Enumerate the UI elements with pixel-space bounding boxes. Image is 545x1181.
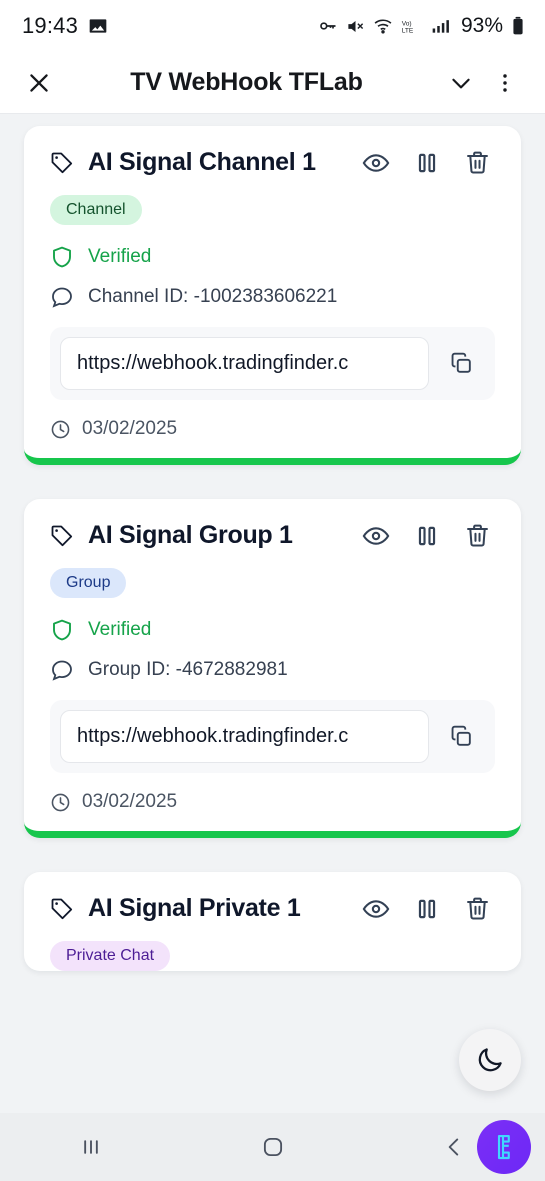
- tag-icon: [50, 151, 74, 175]
- trash-icon[interactable]: [464, 522, 491, 549]
- card-title: AI Signal Private 1: [88, 894, 301, 922]
- webhook-card[interactable]: AI Signal Group 1 Group Verified Group I…: [24, 499, 521, 838]
- shield-icon: [50, 618, 74, 642]
- webhook-url-input[interactable]: https://webhook.tradingfinder.c: [60, 337, 429, 390]
- svg-text:Vo): Vo): [402, 20, 412, 27]
- card-title-wrap: AI Signal Group 1: [50, 521, 293, 550]
- signal-icon: [431, 16, 451, 36]
- date-row: 03/02/2025: [50, 418, 495, 440]
- copy-icon[interactable]: [441, 717, 481, 757]
- dark-mode-toggle[interactable]: [459, 1029, 521, 1091]
- phone-screen: 19:43 Vo) LTE 93% TV WebHook TFLab AI Si…: [0, 0, 545, 1181]
- chevron-down-icon[interactable]: [439, 61, 483, 105]
- verified-label: Verified: [88, 619, 152, 640]
- pause-icon[interactable]: [414, 896, 440, 922]
- wifi-icon: [373, 16, 393, 36]
- chat-id-label: Channel ID: -1002383606221: [88, 286, 338, 307]
- card-title-wrap: AI Signal Channel 1: [50, 148, 316, 177]
- card-actions: [362, 522, 495, 550]
- card-actions: [362, 149, 495, 177]
- tag-icon: [50, 524, 74, 548]
- status-bar-right: Vo) LTE 93%: [318, 14, 525, 38]
- android-nav-bar: [0, 1113, 545, 1181]
- key-icon: [318, 16, 338, 36]
- status-badge: Channel: [50, 195, 142, 225]
- card-header: AI Signal Group 1: [50, 521, 495, 550]
- svg-text:LTE: LTE: [402, 28, 414, 35]
- volte-icon: Vo) LTE: [401, 16, 423, 36]
- chat-id-label: Group ID: -4672882981: [88, 659, 288, 680]
- status-time: 19:43: [22, 13, 79, 38]
- more-vertical-icon[interactable]: [483, 61, 527, 105]
- mute-icon: [346, 17, 365, 36]
- shield-icon: [50, 245, 74, 269]
- pause-icon[interactable]: [414, 523, 440, 549]
- status-badge: Group: [50, 568, 127, 598]
- battery-icon: [511, 16, 525, 36]
- webhook-card[interactable]: AI Signal Channel 1 Channel Verified Cha…: [24, 126, 521, 465]
- card-actions: [362, 895, 495, 923]
- home-icon[interactable]: [182, 1134, 364, 1160]
- pause-icon[interactable]: [414, 150, 440, 176]
- webhook-list[interactable]: AI Signal Channel 1 Channel Verified Cha…: [0, 114, 545, 1113]
- battery-percent: 93%: [460, 14, 503, 37]
- verified-row: Verified: [50, 618, 495, 642]
- status-badge: Private Chat: [50, 941, 171, 971]
- chat-id-row: Channel ID: -1002383606221: [50, 285, 495, 309]
- app-bar: TV WebHook TFLab: [0, 52, 545, 114]
- moon-icon: [475, 1045, 505, 1075]
- trash-icon[interactable]: [464, 895, 491, 922]
- trash-icon[interactable]: [464, 149, 491, 176]
- eye-icon[interactable]: [362, 522, 390, 550]
- page-title: TV WebHook TFLab: [130, 68, 363, 96]
- card-header: AI Signal Private 1: [50, 894, 495, 923]
- clock-icon: [50, 792, 71, 813]
- app-badge-icon[interactable]: [477, 1120, 531, 1174]
- status-bar: 19:43 Vo) LTE 93%: [0, 0, 545, 52]
- chat-bubble-icon: [50, 658, 74, 682]
- card-header: AI Signal Channel 1: [50, 148, 495, 177]
- verified-row: Verified: [50, 245, 495, 269]
- webhook-card[interactable]: AI Signal Private 1 Private Chat: [24, 872, 521, 971]
- eye-icon[interactable]: [362, 149, 390, 177]
- image-icon: [88, 16, 108, 36]
- tag-icon: [50, 897, 74, 921]
- date-label: 03/02/2025: [82, 791, 178, 812]
- webhook-url-row: https://webhook.tradingfinder.c: [50, 327, 495, 400]
- date-row: 03/02/2025: [50, 791, 495, 813]
- chat-id-row: Group ID: -4672882981: [50, 658, 495, 682]
- card-title-wrap: AI Signal Private 1: [50, 894, 301, 923]
- copy-icon[interactable]: [441, 344, 481, 384]
- verified-label: Verified: [88, 246, 152, 267]
- webhook-url-input[interactable]: https://webhook.tradingfinder.c: [60, 710, 429, 763]
- chat-bubble-icon: [50, 285, 74, 309]
- status-bar-left: 19:43: [22, 13, 108, 39]
- date-label: 03/02/2025: [82, 418, 178, 439]
- clock-icon: [50, 419, 71, 440]
- recents-icon[interactable]: [0, 1133, 182, 1161]
- eye-icon[interactable]: [362, 895, 390, 923]
- webhook-url-row: https://webhook.tradingfinder.c: [50, 700, 495, 773]
- card-title: AI Signal Group 1: [88, 521, 293, 549]
- card-title: AI Signal Channel 1: [88, 148, 316, 176]
